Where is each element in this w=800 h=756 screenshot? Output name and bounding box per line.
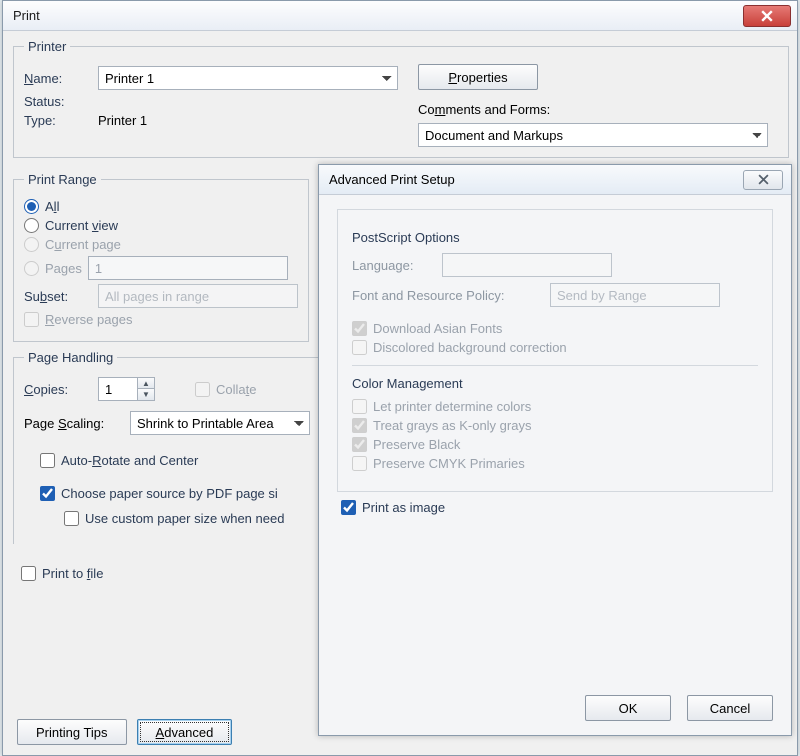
printing-tips-button[interactable]: Printing Tips <box>17 719 127 745</box>
preserve-black-label: Preserve Black <box>373 437 460 452</box>
printer-determine-colors-label: Let printer determine colors <box>373 399 531 414</box>
advanced-button[interactable]: Advanced <box>137 719 233 745</box>
download-asian-fonts-checkbox <box>352 321 367 336</box>
print-as-image-checkbox[interactable] <box>341 500 356 515</box>
comments-forms-select[interactable]: Document and Markups <box>418 123 768 147</box>
range-current-view-label: Current view <box>45 218 118 233</box>
postscript-heading: PostScript Options <box>352 230 758 245</box>
copies-input[interactable] <box>98 377 138 401</box>
reverse-pages-checkbox <box>24 312 39 327</box>
copies-down-button[interactable]: ▼ <box>138 389 154 400</box>
print-to-file-label: Print to file <box>42 566 103 581</box>
discolored-bg-label: Discolored background correction <box>373 340 567 355</box>
page-scaling-select[interactable]: Shrink to Printable Area <box>130 411 310 435</box>
choose-paper-source-label: Choose paper source by PDF page si <box>61 486 278 501</box>
range-all-radio[interactable] <box>24 199 39 214</box>
print-titlebar: Print <box>3 1 797 31</box>
close-button[interactable] <box>743 5 791 27</box>
printer-group: Printer Name: Printer 1 Status: Type: Pr… <box>13 39 789 158</box>
preserve-cmyk-checkbox <box>352 456 367 471</box>
preserve-cmyk-label: Preserve CMYK Primaries <box>373 456 525 471</box>
page-handling-group: Page Handling Copies: ▲ ▼ Collate <box>13 350 321 544</box>
language-select <box>442 253 612 277</box>
properties-button[interactable]: Properties <box>418 64 538 90</box>
type-label: Type: <box>24 113 88 128</box>
printer-legend: Printer <box>24 39 70 54</box>
range-pages-label: Pages <box>45 261 82 276</box>
print-range-group: Print Range All Current view Current pag… <box>13 172 309 342</box>
cancel-button[interactable]: Cancel <box>687 695 773 721</box>
advanced-titlebar: Advanced Print Setup <box>319 165 791 195</box>
subset-label: Subset: <box>24 289 88 304</box>
type-value: Printer 1 <box>98 113 147 128</box>
copies-spinner[interactable]: ▲ ▼ <box>98 377 155 401</box>
language-label: Language: <box>352 258 432 273</box>
subset-select: All pages in range <box>98 284 298 308</box>
custom-paper-size-checkbox[interactable] <box>64 511 79 526</box>
range-current-view-radio[interactable] <box>24 218 39 233</box>
download-asian-fonts-label: Download Asian Fonts <box>373 321 502 336</box>
auto-rotate-label: Auto-Rotate and Center <box>61 453 198 468</box>
reverse-pages-label: Reverse pages <box>45 312 132 327</box>
range-current-page-label: Current page <box>45 237 121 252</box>
status-label: Status: <box>24 94 88 109</box>
range-current-page-radio <box>24 237 39 252</box>
collate-label: Collate <box>216 382 256 397</box>
advanced-print-setup-dialog: Advanced Print Setup PostScript Options … <box>318 164 792 736</box>
preserve-black-checkbox <box>352 437 367 452</box>
advanced-close-button[interactable] <box>743 170 783 190</box>
copies-label: Copies: <box>24 382 88 397</box>
range-all-label: All <box>45 199 59 214</box>
auto-rotate-checkbox[interactable] <box>40 453 55 468</box>
close-icon <box>758 174 769 185</box>
color-management-heading: Color Management <box>352 376 758 391</box>
advanced-title: Advanced Print Setup <box>329 172 455 187</box>
copies-up-button[interactable]: ▲ <box>138 378 154 389</box>
discolored-bg-checkbox <box>352 340 367 355</box>
custom-paper-size-label: Use custom paper size when need <box>85 511 284 526</box>
name-label: Name: <box>24 71 88 86</box>
postscript-options-group: PostScript Options Language: Font and Re… <box>337 209 773 492</box>
range-pages-radio <box>24 261 39 276</box>
policy-label: Font and Resource Policy: <box>352 288 540 303</box>
k-only-grays-label: Treat grays as K-only grays <box>373 418 531 433</box>
range-pages-input <box>88 256 288 280</box>
scaling-label: Page Scaling: <box>24 416 120 431</box>
printer-name-select[interactable]: Printer 1 <box>98 66 398 90</box>
print-title: Print <box>13 8 40 23</box>
print-range-legend: Print Range <box>24 172 101 187</box>
close-icon <box>761 10 773 22</box>
choose-paper-source-checkbox[interactable] <box>40 486 55 501</box>
print-to-file-checkbox[interactable] <box>21 566 36 581</box>
comments-label: Comments and Forms: <box>418 102 778 117</box>
collate-checkbox <box>195 382 210 397</box>
policy-select: Send by Range <box>550 283 720 307</box>
print-as-image-label: Print as image <box>362 500 445 515</box>
ok-button[interactable]: OK <box>585 695 671 721</box>
page-handling-legend: Page Handling <box>24 350 117 365</box>
printer-determine-colors-checkbox <box>352 399 367 414</box>
k-only-grays-checkbox <box>352 418 367 433</box>
